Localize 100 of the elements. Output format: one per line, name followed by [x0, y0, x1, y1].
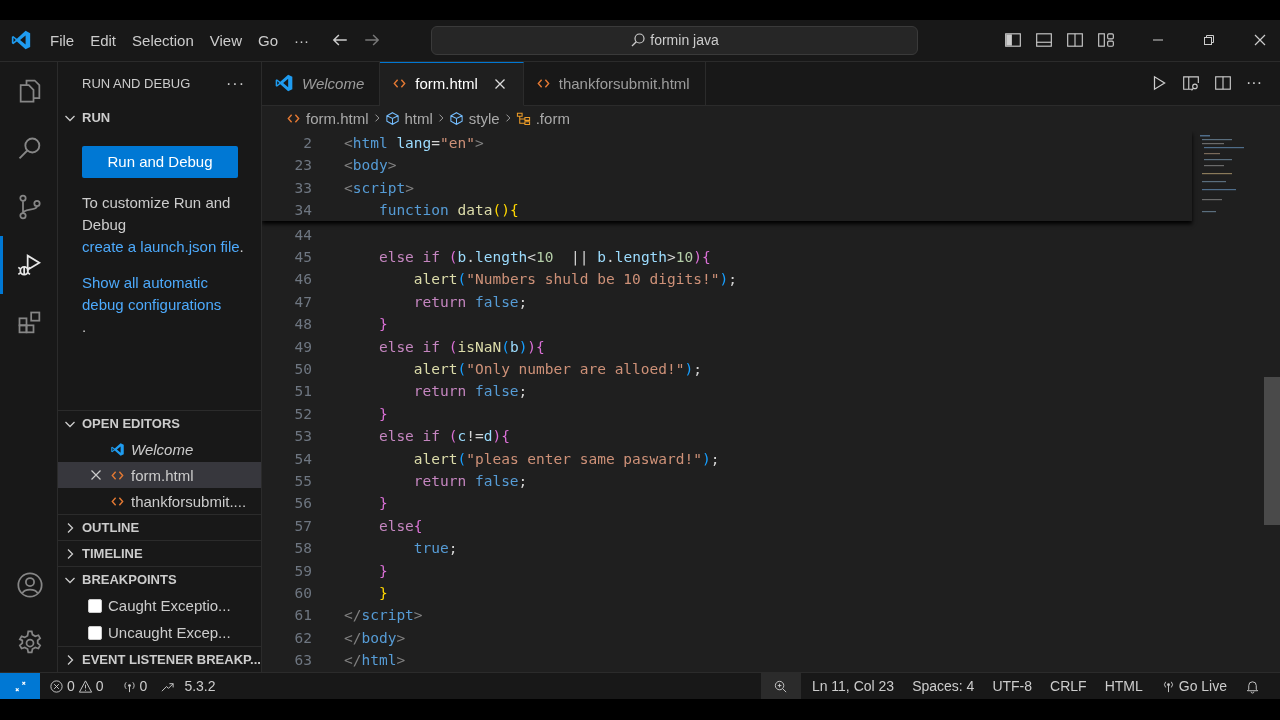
- menu-item[interactable]: Go: [250, 28, 286, 52]
- vscode-file-icon: [110, 441, 125, 457]
- panel-toggle-icon[interactable]: [1035, 31, 1053, 50]
- line-number: 2: [302, 135, 312, 152]
- primary-sidebar-toggle-icon[interactable]: [1004, 31, 1022, 50]
- code-line: </html>: [344, 652, 406, 669]
- line-number: 53: [293, 428, 312, 445]
- code-line: function data(){: [377, 202, 519, 219]
- bell-icon[interactable]: [1245, 678, 1260, 694]
- section-header[interactable]: OPEN EDITORS: [58, 410, 261, 437]
- menu-item[interactable]: View: [201, 28, 250, 52]
- search-icon: [630, 32, 647, 49]
- breakpoint-label: Uncaught Excep...: [108, 624, 231, 642]
- warning-icon: [77, 678, 93, 694]
- line-number: 57: [293, 517, 312, 534]
- open-editor-item[interactable]: Welcome: [58, 436, 261, 463]
- code-line: true;: [412, 540, 458, 557]
- show-debug-configurations-link[interactable]: Show all automatic debug configurations: [82, 271, 242, 316]
- line-number: 50: [293, 361, 312, 377]
- secondary-sidebar-toggle-icon[interactable]: [1066, 31, 1084, 50]
- status-item[interactable]: HTML: [1095, 678, 1152, 695]
- line-number: 58: [293, 540, 312, 557]
- code-line: }: [377, 495, 388, 512]
- code-line: else if (isNaN(b)){: [377, 338, 545, 355]
- breadcrumb-item[interactable]: form.html: [286, 109, 369, 127]
- section-header[interactable]: BREAKPOINTS: [58, 566, 261, 593]
- line-number: 60: [293, 584, 312, 601]
- zoom-button[interactable]: [760, 673, 801, 700]
- code-line: <html lang="en">: [344, 135, 484, 152]
- menu-item[interactable]: Edit: [82, 28, 125, 52]
- run-and-debug-button[interactable]: Run and Debug: [82, 145, 238, 178]
- code-line: <script>: [344, 179, 414, 196]
- open-preview-icon[interactable]: [1182, 74, 1200, 93]
- cube-icon: [448, 110, 464, 126]
- status-item[interactable]: Spaces: 4: [903, 678, 984, 695]
- status-item[interactable]: UTF-8: [983, 678, 1042, 695]
- breadcrumb-item[interactable]: style: [448, 109, 500, 127]
- breadcrumb-item[interactable]: html: [384, 109, 433, 127]
- scrollbar-thumb[interactable]: [1264, 376, 1280, 525]
- status-item[interactable]: Ln 11, Col 23: [802, 678, 904, 695]
- code-line: else{: [377, 517, 423, 534]
- period-text: .: [82, 317, 87, 335]
- open-editor-item[interactable]: thankforsubmit....: [58, 488, 261, 515]
- line-number: 61: [293, 607, 312, 624]
- vscode-file-icon: [274, 73, 294, 94]
- line-number: 63: [293, 652, 312, 669]
- editor-tab[interactable]: thankforsubmit.html: [523, 61, 706, 106]
- section-header[interactable]: OUTLINE: [58, 514, 261, 541]
- line-number: 46: [293, 271, 312, 288]
- code-line: else if (b.length<10 || b.length>10){: [377, 249, 711, 266]
- line-number: 59: [293, 562, 312, 579]
- line-number: 52: [293, 405, 312, 422]
- code-line: }: [377, 405, 388, 422]
- split-editor-icon[interactable]: [1214, 74, 1232, 93]
- line-number: 49: [293, 338, 312, 355]
- code-line: </script>: [344, 607, 423, 624]
- zoom-icon: [773, 678, 789, 694]
- go-live-button[interactable]: Go Live: [1151, 678, 1236, 695]
- cube-icon: [384, 110, 400, 126]
- more-actions-button[interactable]: ···: [1246, 74, 1262, 93]
- remote-button[interactable]: [0, 673, 40, 700]
- open-editor-item[interactable]: form.html: [58, 462, 261, 489]
- create-launch-json-link[interactable]: create a launch.json file: [82, 237, 240, 255]
- line-number: 51: [293, 383, 312, 400]
- line-number: 62: [293, 629, 312, 646]
- checkbox[interactable]: [88, 598, 102, 613]
- line-number: 44: [293, 226, 312, 243]
- code-line: return false;: [412, 383, 528, 400]
- line-number: 47: [293, 293, 312, 310]
- error-icon: [49, 678, 64, 694]
- breadcrumb-item[interactable]: .form: [515, 109, 570, 127]
- menu-item[interactable]: File: [42, 28, 83, 52]
- run-section-header[interactable]: RUN: [58, 105, 261, 130]
- section-header[interactable]: TIMELINE: [58, 540, 261, 567]
- version-text[interactable]: 5.3.2: [175, 678, 225, 695]
- line-number: 45: [293, 249, 312, 266]
- menu-item[interactable]: Selection: [124, 28, 202, 52]
- line-number: 55: [293, 472, 312, 489]
- problems-status[interactable]: 0 0: [40, 678, 113, 695]
- line-number: 33: [293, 179, 312, 196]
- code-line: alert("Only number are alloed!");: [412, 361, 702, 377]
- line-number: 54: [293, 450, 312, 467]
- sidebar-title: RUN AND DEBUG: [82, 76, 191, 92]
- code-line: <body>: [344, 157, 397, 174]
- code-line: else if (c!=d){: [377, 428, 510, 445]
- more-actions-button[interactable]: ···: [226, 74, 245, 93]
- code-line: }: [377, 316, 388, 333]
- ports-status[interactable]: 0: [112, 678, 157, 695]
- checkbox[interactable]: [88, 625, 102, 640]
- layout-icon[interactable]: [1097, 31, 1115, 50]
- code-line: }: [377, 584, 388, 601]
- more-menu-button[interactable]: ···: [286, 28, 317, 52]
- line-number: 23: [293, 157, 312, 174]
- line-number: 34: [293, 202, 312, 219]
- editor-tab[interactable]: form.html: [380, 61, 524, 106]
- command-center-search[interactable]: formin java: [431, 25, 918, 55]
- status-item[interactable]: CRLF: [1041, 678, 1096, 695]
- line-number: 56: [293, 495, 312, 512]
- code-line: alert("pleas enter same pasward!");: [412, 450, 720, 467]
- code-line: </body>: [344, 629, 406, 646]
